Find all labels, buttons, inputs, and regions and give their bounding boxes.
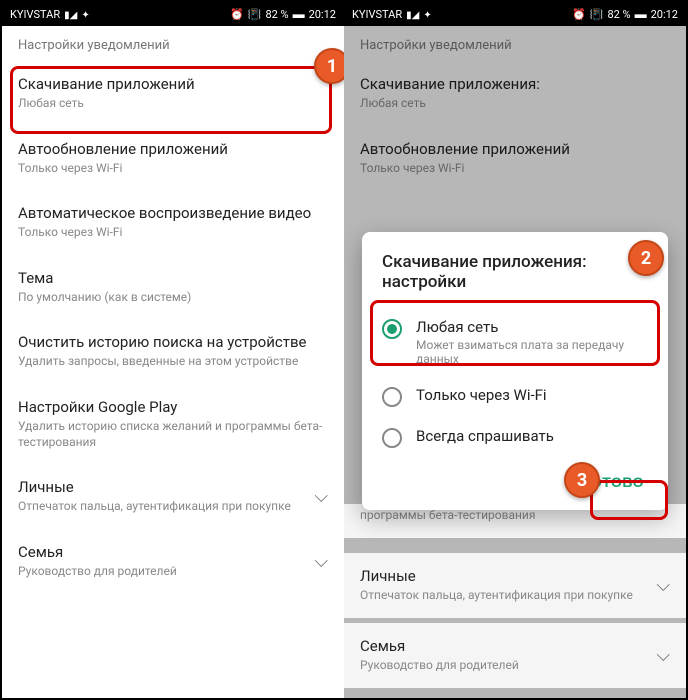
radio-any-network[interactable]: Любая сеть Может взиматься плата за пере… [362, 308, 668, 376]
phone-right: KYIVSTAR 82 % 20:12 Настройки уведомлени… [344, 2, 686, 698]
radio-label: Любая сеть [416, 318, 648, 336]
signal-icon [406, 8, 419, 21]
battery-label: 82 % [265, 8, 288, 21]
setting-subtitle: программы бета-тестирования [360, 508, 670, 524]
setting-subtitle: Удалить запросы, введенные на этом устро… [18, 354, 328, 370]
status-bar: KYIVSTAR 82 % 20:12 [2, 2, 344, 26]
wifi-icon [81, 8, 89, 21]
setting-personal: Личные Отпечаток пальца, аутентификация … [344, 553, 686, 618]
battery-icon [293, 7, 305, 21]
setting-clear-search[interactable]: Очистить историю поиска на устройстве Уд… [2, 319, 344, 384]
dialog-title: Скачивание приложения: настройки [362, 252, 668, 308]
radio-icon [382, 428, 402, 448]
setting-autoupdate-apps[interactable]: Автообновление приложений Только через W… [2, 126, 344, 191]
phone-left: KYIVSTAR 82 % 20:12 Настройки уведомлени… [2, 2, 344, 698]
setting-theme[interactable]: Тема По умолчанию (как в системе) [2, 255, 344, 320]
badge-3: 3 [564, 462, 600, 498]
setting-title: Личные [360, 567, 633, 585]
setting-download-apps[interactable]: Скачивание приложений Любая сеть [2, 61, 344, 126]
setting-subtitle: Руководство для родителей [18, 564, 177, 580]
radio-wifi-only[interactable]: Только через Wi-Fi [362, 376, 668, 417]
setting-title: Настройки Google Play [18, 398, 328, 416]
wifi-icon [423, 8, 431, 21]
time-label: 20:12 [309, 8, 336, 21]
battery-label: 82 % [607, 8, 630, 21]
setting-family[interactable]: Семья Руководство для родителей ⌵ [2, 529, 344, 594]
setting-autoplay-video[interactable]: Автоматическое воспроизведение видео Тол… [2, 190, 344, 255]
setting-subtitle: Только через Wi-Fi [18, 161, 328, 177]
setting-title: Скачивание приложений [18, 75, 328, 93]
radio-sublabel: Может взиматься плата за передачу данных [416, 338, 648, 366]
carrier-label: KYIVSTAR [352, 8, 402, 21]
radio-icon [382, 319, 402, 339]
setting-subtitle: Удалить историю списка желаний и програм… [18, 419, 328, 450]
vibrate-icon [248, 8, 262, 21]
setting-subtitle: Руководство для родителей [360, 658, 519, 674]
setting-title: Автообновление приложений [18, 140, 328, 158]
chevron-down-icon: ⌵ [314, 486, 328, 507]
setting-personal[interactable]: Личные Отпечаток пальца, аутентификация … [2, 464, 344, 529]
radio-always-ask[interactable]: Всегда спрашивать [362, 417, 668, 458]
setting-title: Личные [18, 478, 291, 496]
setting-title: Очистить историю поиска на устройстве [18, 333, 328, 351]
setting-title: Семья [18, 543, 177, 561]
setting-subtitle: Только через Wi-Fi [18, 225, 328, 241]
time-label: 20:12 [651, 8, 678, 21]
setting-subtitle: Отпечаток пальца, аутентификация при пок… [18, 499, 291, 515]
setting-title: Семья [360, 637, 519, 655]
signal-icon [64, 8, 77, 21]
radio-label: Только через Wi-Fi [416, 386, 547, 404]
setting-title: Тема [18, 269, 328, 287]
chevron-down-icon: ⌵ [656, 575, 670, 596]
setting-family: Семья Руководство для родителей ⌵ [344, 623, 686, 688]
setting-subtitle: Любая сеть [18, 96, 328, 112]
carrier-label: KYIVSTAR [10, 8, 60, 21]
vibrate-icon [590, 8, 604, 21]
chevron-down-icon: ⌵ [656, 645, 670, 666]
alarm-icon [572, 8, 586, 21]
radio-icon [382, 387, 402, 407]
alarm-icon [230, 8, 244, 21]
chevron-down-icon: ⌵ [314, 551, 328, 572]
radio-label: Всегда спрашивать [416, 427, 554, 445]
battery-icon [635, 7, 647, 21]
badge-1: 1 [314, 48, 344, 84]
status-bar: KYIVSTAR 82 % 20:12 [344, 2, 686, 26]
setting-google-play[interactable]: Настройки Google Play Удалить историю сп… [2, 384, 344, 464]
section-header: Настройки уведомлений [2, 26, 344, 61]
badge-2: 2 [628, 240, 664, 276]
setting-subtitle: По умолчанию (как в системе) [18, 290, 328, 306]
download-settings-dialog: Скачивание приложения: настройки Любая с… [362, 232, 668, 510]
setting-subtitle: Отпечаток пальца, аутентификация при пок… [360, 588, 633, 604]
setting-title: Автоматическое воспроизведение видео [18, 204, 328, 222]
